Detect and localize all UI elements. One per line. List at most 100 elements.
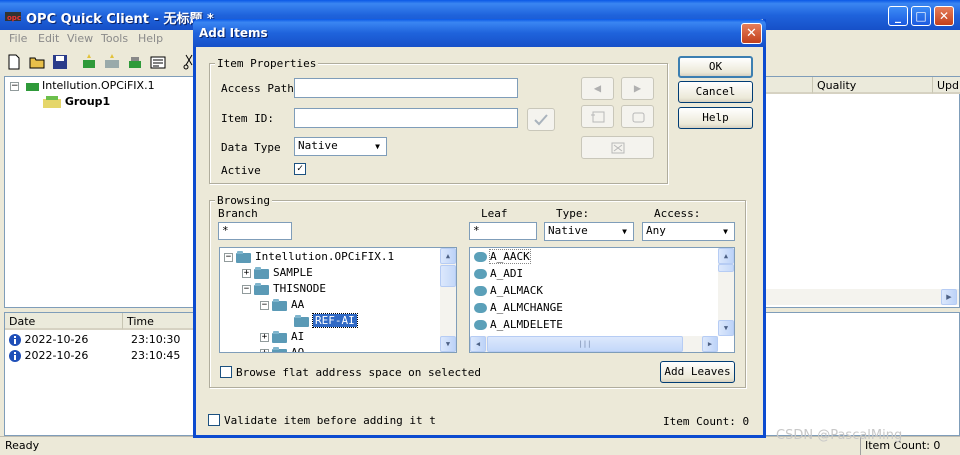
scroll-left-button[interactable]: ◀ [470, 336, 486, 352]
tree-group-node[interactable]: Group1 [43, 94, 110, 110]
status-text: Ready [5, 439, 40, 452]
branch-node-ai[interactable]: + AI [260, 329, 304, 345]
column-header-value[interactable] [765, 77, 813, 94]
menu-view[interactable]: View [67, 32, 93, 45]
menu-edit[interactable]: Edit [38, 32, 59, 45]
scroll-right-button[interactable]: ▶ [941, 289, 957, 305]
minimize-button[interactable]: _ [888, 6, 908, 26]
ok-button[interactable]: OK [678, 56, 753, 78]
branch-node-ref-ai[interactable]: REF-AI [294, 313, 358, 329]
duplicate-item-button[interactable] [581, 105, 614, 128]
event-log-pane-right[interactable] [764, 312, 960, 436]
scroll-thumb[interactable] [718, 264, 734, 272]
add-leaves-button[interactable]: Add Leaves [660, 361, 735, 383]
properties-icon[interactable] [150, 54, 166, 70]
server-tree-pane[interactable]: − Intellution.OPCiFIX.1 Group1 [4, 76, 196, 308]
access-path-input[interactable] [294, 78, 518, 98]
menu-tools[interactable]: Tools [101, 32, 128, 45]
browsing-legend: Browsing [215, 194, 272, 207]
event-log-pane[interactable]: Date Time 2022-10-26 23:10:30 2022-10-26… [4, 312, 197, 436]
menu-help[interactable]: Help [138, 32, 163, 45]
branch-node-server[interactable]: − Intellution.OPCiFIX.1 [224, 249, 394, 265]
branch-vertical-scrollbar[interactable]: ▲ ▼ [440, 248, 456, 352]
collapse-icon[interactable]: − [260, 300, 269, 310]
branch-node-ao[interactable]: + AO [260, 345, 304, 352]
type-label: Type: [556, 207, 590, 220]
folder-icon [236, 251, 252, 263]
scroll-up-button[interactable]: ▲ [718, 248, 734, 264]
cancel-button[interactable]: Cancel [678, 81, 753, 103]
svg-text:opc: opc [7, 14, 21, 22]
column-header-quality[interactable]: Quality [813, 77, 933, 94]
branch-node-sample[interactable]: + SAMPLE [242, 265, 313, 281]
item-id-input[interactable] [294, 108, 518, 128]
new-server-icon[interactable] [81, 54, 97, 70]
items-list-pane[interactable]: Quality Upd ▶ [764, 76, 960, 308]
delete-item-button[interactable] [581, 136, 654, 159]
dropdown-arrow-icon: ▼ [617, 224, 632, 239]
leaf-list[interactable]: A_AACK A_ADI A_ALMACK A_ALMCHANGE A_ALMD… [469, 247, 735, 353]
branch-node-thisnode[interactable]: − THISNODE [242, 281, 326, 297]
leaf-item[interactable]: A_ALMDELETE [474, 317, 563, 333]
expand-icon[interactable]: + [260, 332, 269, 342]
folder-icon [272, 299, 288, 311]
menu-file[interactable]: File [9, 32, 27, 45]
new-group-icon[interactable] [104, 54, 120, 70]
open-folder-icon[interactable] [29, 54, 45, 70]
new-item-tool-button[interactable] [621, 105, 654, 128]
checkmark-icon [534, 114, 548, 126]
log-header-time[interactable]: Time [123, 313, 197, 330]
maximize-button[interactable]: □ [911, 6, 931, 26]
access-path-label: Access Path [221, 82, 294, 95]
leaf-item[interactable]: A_ADI [474, 266, 523, 282]
new-item-icon[interactable] [127, 54, 143, 70]
collapse-icon[interactable]: − [10, 81, 19, 91]
dialog-item-count: Item Count: 0 [663, 415, 750, 428]
expand-icon[interactable]: + [260, 348, 269, 352]
list-horizontal-scrollbar[interactable]: ▶ [765, 289, 959, 305]
scroll-up-button[interactable]: ▲ [440, 248, 456, 264]
expand-icon[interactable]: + [242, 268, 251, 278]
branch-filter-input[interactable]: * [218, 222, 292, 240]
close-button[interactable]: ✕ [934, 6, 954, 26]
next-item-button[interactable]: ▶ [621, 77, 654, 100]
validate-item-button[interactable] [527, 108, 555, 131]
log-row[interactable]: 2022-10-26 [9, 348, 88, 364]
leaf-vertical-scrollbar[interactable]: ▲ ▼ [718, 248, 734, 336]
dialog-title: Add Items [199, 26, 268, 40]
collapse-icon[interactable]: − [242, 284, 251, 294]
scroll-down-button[interactable]: ▼ [440, 336, 456, 352]
scroll-thumb[interactable]: ||| [487, 336, 683, 352]
leaf-item[interactable]: A_ALMCHANGE [474, 300, 563, 316]
tree-server-node[interactable]: − Intellution.OPCiFIX.1 [10, 78, 155, 94]
column-header-update[interactable]: Upd [933, 77, 960, 94]
help-button[interactable]: Help [678, 107, 753, 129]
data-type-select[interactable]: Native ▼ [294, 137, 387, 156]
log-row[interactable]: 2022-10-26 [9, 332, 88, 348]
dialog-close-button[interactable]: ✕ [741, 23, 762, 44]
branch-node-aa[interactable]: − AA [260, 297, 304, 313]
previous-item-button[interactable]: ◀ [581, 77, 614, 100]
open-folder-icon [294, 315, 310, 327]
save-icon[interactable] [52, 54, 68, 70]
scroll-thumb[interactable] [440, 265, 456, 287]
dialog-title-bar[interactable]: Add Items ✕ [193, 19, 766, 47]
collapse-icon[interactable]: − [224, 252, 233, 262]
leaf-item[interactable]: A_ALMACK [474, 283, 543, 299]
new-file-icon[interactable] [6, 54, 22, 70]
item-id-label: Item ID: [221, 112, 274, 125]
leaf-horizontal-scrollbar[interactable]: ◀ ||| ▶ [470, 336, 718, 352]
access-select[interactable]: Any ▼ [642, 222, 735, 241]
validate-before-add-checkbox[interactable] [208, 414, 220, 426]
folder-icon [254, 283, 270, 295]
scroll-right-button[interactable]: ▶ [702, 336, 718, 352]
info-icon [9, 334, 21, 346]
log-header-date[interactable]: Date [5, 313, 123, 330]
branch-tree[interactable]: − Intellution.OPCiFIX.1 + SAMPLE − THISNODE… [219, 247, 457, 353]
leaf-item[interactable]: A_AACK [474, 249, 531, 265]
browse-flat-checkbox[interactable] [220, 366, 232, 378]
leaf-filter-input[interactable]: * [469, 222, 537, 240]
scroll-down-button[interactable]: ▼ [718, 320, 734, 336]
leaf-type-select[interactable]: Native ▼ [544, 222, 634, 241]
active-checkbox[interactable]: ✓ [294, 163, 306, 175]
